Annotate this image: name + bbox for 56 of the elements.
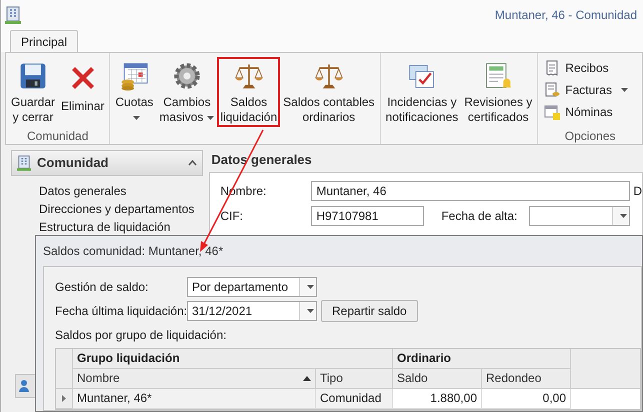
ribbon-button[interactable]: Saldos contables ordinarios [280,57,378,127]
sidebar-link[interactable]: Datos generales [39,182,204,200]
field-label: Gestión de saldo: [55,279,150,296]
sidebar-header[interactable]: Comunidad [11,150,204,176]
band-header: Ordinario [393,349,571,369]
field-label: Fecha de alta: [441,208,518,225]
row-indicator[interactable] [56,389,73,409]
text-field[interactable]: Muntaner, 46 [311,181,630,201]
combo-box[interactable]: 31/12/2021 [187,301,317,321]
ribbon-small-button[interactable]: Recibos [544,58,628,77]
ribbon-button[interactable]: Incidencias y notificaciones [382,57,462,127]
table-cell: Comunidad [316,389,393,409]
receipt-icon [544,60,560,76]
ribbon-button[interactable]: Revisiones y certificados [461,57,536,127]
ribbon-group-label: Comunidad [27,128,88,144]
distribute-button[interactable]: Repartir saldo [321,300,418,322]
ribbon-group-label: Opciones [564,128,616,144]
ribbon-button[interactable]: Cuotas [112,57,156,127]
combo-box[interactable]: Por departamento [187,277,317,297]
table-cell: 1.880,00 [393,389,482,409]
document-coins-icon [544,82,560,98]
dialog-title: Saldos comunidad: Muntaner, 46* [43,243,224,260]
window-title: Muntaner, 46 - Comunidad [494,7,637,24]
caret-icon [306,309,314,313]
field-label: CIF: [220,208,244,225]
table-cell: 0,00 [482,389,571,409]
field-label: D [633,183,642,200]
ribbon-button[interactable]: Cambios masivos [156,57,218,127]
table-cell: Muntaner, 46* [73,389,316,409]
column-header[interactable]: Redondeo [482,369,571,389]
caret-icon [306,285,314,289]
ribbon-button[interactable]: Saldos liquidación [217,57,280,127]
building-icon [5,6,21,24]
column-header[interactable]: Tipo [316,369,393,389]
section-title: Datos generales [210,151,313,169]
column-header[interactable]: Saldo [393,369,482,389]
sort-up-icon [303,376,311,381]
row-pointer-icon [62,395,66,402]
caret-icon [620,214,627,218]
text-field[interactable]: H97107981 [311,206,424,226]
band-header: Grupo liquidación [73,349,393,369]
people-button[interactable] [15,374,37,398]
ribbon-button[interactable]: Eliminar [58,57,108,127]
ribbon-small-button[interactable]: Nóminas [544,102,628,121]
grid-caption: Saldos por grupo de liquidación: [55,327,228,344]
ribbon-tab[interactable]: Principal [10,30,78,52]
chevron-up-icon [188,160,198,166]
field-label: Fecha última liquidación: [55,303,187,320]
building-icon [17,155,31,171]
calendar-badge-icon [544,104,560,120]
ribbon-small-button[interactable]: Facturas [544,80,628,99]
ribbon-button[interactable]: Guardar y cerrar [8,57,58,127]
date-combo[interactable] [529,206,630,226]
sidebar-link[interactable]: Estructura de liquidación [39,218,204,236]
sidebar-link[interactable]: Direcciones y departamentos [39,200,204,218]
column-header[interactable]: Nombre [73,369,316,389]
